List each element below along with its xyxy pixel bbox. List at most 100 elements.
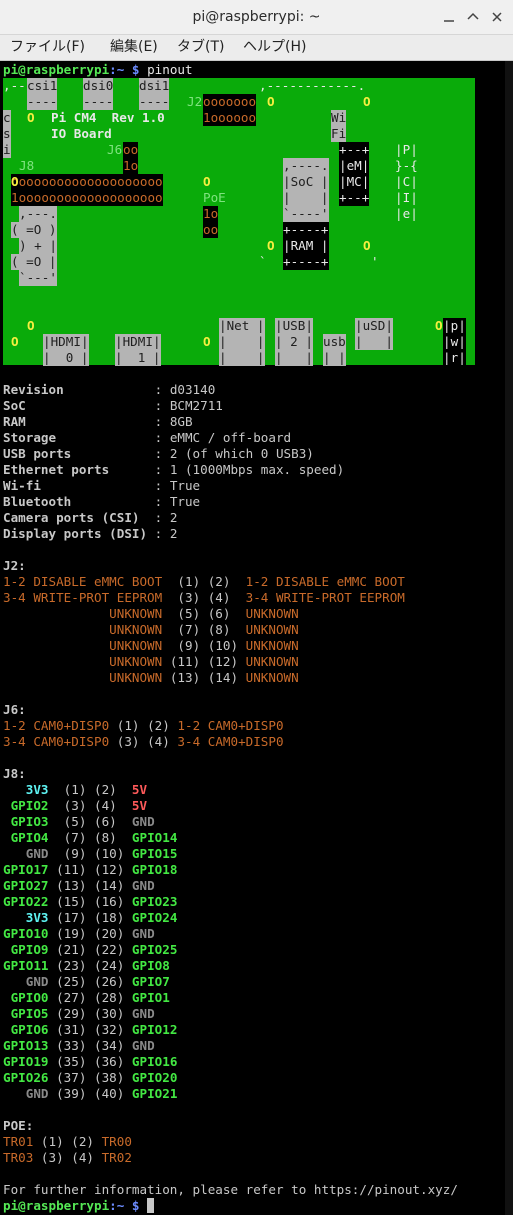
j8-row: GPIO10 (19) (20) GND <box>3 926 155 942</box>
dsi1-connector: dsi1 <box>139 78 170 94</box>
info-row: RAM : 8GB <box>3 414 193 430</box>
j2-pins: (9) (10) <box>162 638 246 653</box>
info-value: 2 <box>169 526 178 541</box>
j8-left-pin: GPIO26 <box>3 1070 49 1085</box>
j8-row: 3V3 (1) (2) 5V <box>3 782 147 798</box>
battery-holder: ,---. <box>19 206 57 222</box>
poe-left-label: TR03 <box>3 1150 34 1165</box>
j8-right-pin: GPIO12 <box>131 1022 178 1037</box>
window-title: pi@raspberrypi: ~ <box>192 9 321 25</box>
j8-row: GPIO6 (31) (32) GPIO12 <box>3 1022 178 1038</box>
j8-right-pin: GND <box>131 878 155 893</box>
cm4-module: ,------------. <box>259 78 366 93</box>
j8-right-pin: GPIO16 <box>131 1054 178 1069</box>
j8-left-pin: GND <box>3 846 49 861</box>
j2-right-label: UNKNOWN <box>245 606 299 621</box>
ethernet-port: |Net | <box>219 318 265 334</box>
board-diagram: ,-- csi1 dsi0 dsi1 ---- ---- ---- J2 ooo… <box>3 78 475 366</box>
j2-left-label: UNKNOWN <box>3 638 163 653</box>
info-separator: : <box>147 430 170 445</box>
prompt-symbol: $ <box>131 62 140 77</box>
j2-right-label: UNKNOWN <box>245 654 299 669</box>
j8-label: J8 <box>19 158 35 173</box>
j8-pins: (21) (22) <box>48 942 132 957</box>
j8-row: GPIO2 (3) (4) 5V <box>3 798 148 814</box>
ram-chip: |RAM | <box>283 238 329 254</box>
hdmi0-port: |HDMI| <box>43 334 89 350</box>
j8-pins: (23) (24) <box>48 958 132 973</box>
info-key: RAM <box>3 414 148 429</box>
info-key: Bluetooth <box>3 494 148 509</box>
j2-row: 1-2 DISABLE eMMC BOOT (1) (2) 1-2 DISABL… <box>3 574 405 590</box>
j8-right-pin: GND <box>131 814 155 829</box>
menu-help[interactable]: ヘルプ(H) <box>243 35 306 60</box>
j2-left-label: UNKNOWN <box>3 654 163 669</box>
j8-right-pin: GPIO8 <box>131 958 170 973</box>
title-bar: pi@raspberrypi: ~ <box>0 0 513 35</box>
j2-row: 3-4 WRITE-PROT EEPROM (3) (4) 3-4 WRITE-… <box>3 590 405 606</box>
info-key: Display ports (DSI) <box>3 526 148 541</box>
minimize-icon[interactable] <box>441 9 457 25</box>
info-key: USB ports <box>3 446 148 461</box>
j8-left-pin: GPIO10 <box>3 926 49 941</box>
command-line-current[interactable]: pi@raspberrypi:~ $ <box>3 1198 155 1214</box>
info-value: BCM2711 <box>169 398 223 413</box>
j6-pins: (3) (4) <box>109 734 178 749</box>
j8-right-pin: GPIO18 <box>131 862 178 877</box>
hdmi1-port: |HDMI| <box>115 334 161 350</box>
poe-right-label: TR00 <box>101 1134 132 1149</box>
j8-left-pin: GPIO17 <box>3 862 49 877</box>
info-key: Revision <box>3 382 148 397</box>
j8-header-row1: oooooooooooooooooooo <box>11 174 163 190</box>
j2-right-label: UNKNOWN <box>245 638 299 653</box>
j8-row: GPIO19 (35) (36) GPIO16 <box>3 1054 177 1070</box>
j8-row: GPIO27 (13) (14) GND <box>3 878 155 894</box>
info-separator: : <box>147 510 170 525</box>
j6-row: 3-4 CAM0+DISP0 (3) (4) 3-4 CAM0+DISP0 <box>3 734 284 750</box>
j8-pins: (39) (40) <box>48 1086 132 1101</box>
j8-right-pin: GND <box>131 1006 155 1021</box>
usd-slot: |uSD| <box>355 318 393 334</box>
j6-header-row2: 1o <box>123 158 139 174</box>
menu-file[interactable]: ファイル(F) <box>10 35 85 60</box>
info-value: True <box>169 494 201 509</box>
j6-left-label: 3-4 CAM0+DISP0 <box>3 734 110 749</box>
command-line: pi@raspberrypi:~ $ pinout <box>3 62 193 78</box>
j2-label: J2 <box>187 94 203 109</box>
j6-header: J6: <box>3 702 26 717</box>
j8-left-pin: 3V3 <box>3 910 49 925</box>
info-separator: : <box>147 382 170 397</box>
j2-header: J2: <box>3 558 26 573</box>
j8-row: GND (39) (40) GPIO21 <box>3 1086 178 1102</box>
j8-pins: (37) (38) <box>48 1070 132 1085</box>
j6-pins: (1) (2) <box>109 718 178 733</box>
j8-pins: (7) (8) <box>48 830 132 845</box>
info-value: d03140 <box>169 382 216 397</box>
footer-text: For further information, please refer to… <box>3 1182 458 1197</box>
info-key: Wi-fi <box>3 478 148 493</box>
info-value: 1 (1000Mbps max. speed) <box>169 462 345 477</box>
j8-pins: (13) (14) <box>48 878 132 893</box>
terminal-scrollbar[interactable] <box>505 61 513 1215</box>
j8-pins: (11) (12) <box>48 862 132 877</box>
close-icon[interactable] <box>489 9 505 25</box>
info-separator: : <box>147 398 170 413</box>
info-separator: : <box>147 414 170 429</box>
j8-pins: (29) (30) <box>48 1006 132 1021</box>
csi-s: s <box>3 126 11 142</box>
j8-right-pin: GPIO14 <box>131 830 178 845</box>
menu-edit[interactable]: 編集(E) <box>110 35 158 60</box>
j2-pins: (3) (4) <box>162 590 246 605</box>
j8-left-pin: GPIO9 <box>3 942 49 957</box>
j2-row: UNKNOWN (9) (10) UNKNOWN <box>3 638 299 654</box>
soc-chip: |SoC | <box>283 174 329 190</box>
maximize-icon[interactable] <box>465 9 481 25</box>
j8-right-pin: 5V <box>131 798 148 813</box>
j8-pins: (9) (10) <box>48 846 132 861</box>
menu-tabs[interactable]: タブ(T) <box>177 35 224 60</box>
j2-pins: (13) (14) <box>162 670 246 685</box>
j8-pins: (3) (4) <box>48 798 132 813</box>
j8-pins: (19) (20) <box>48 926 132 941</box>
j2-right-label: 3-4 WRITE-PROT EEPROM <box>245 590 405 605</box>
info-value: 2 <box>169 510 178 525</box>
